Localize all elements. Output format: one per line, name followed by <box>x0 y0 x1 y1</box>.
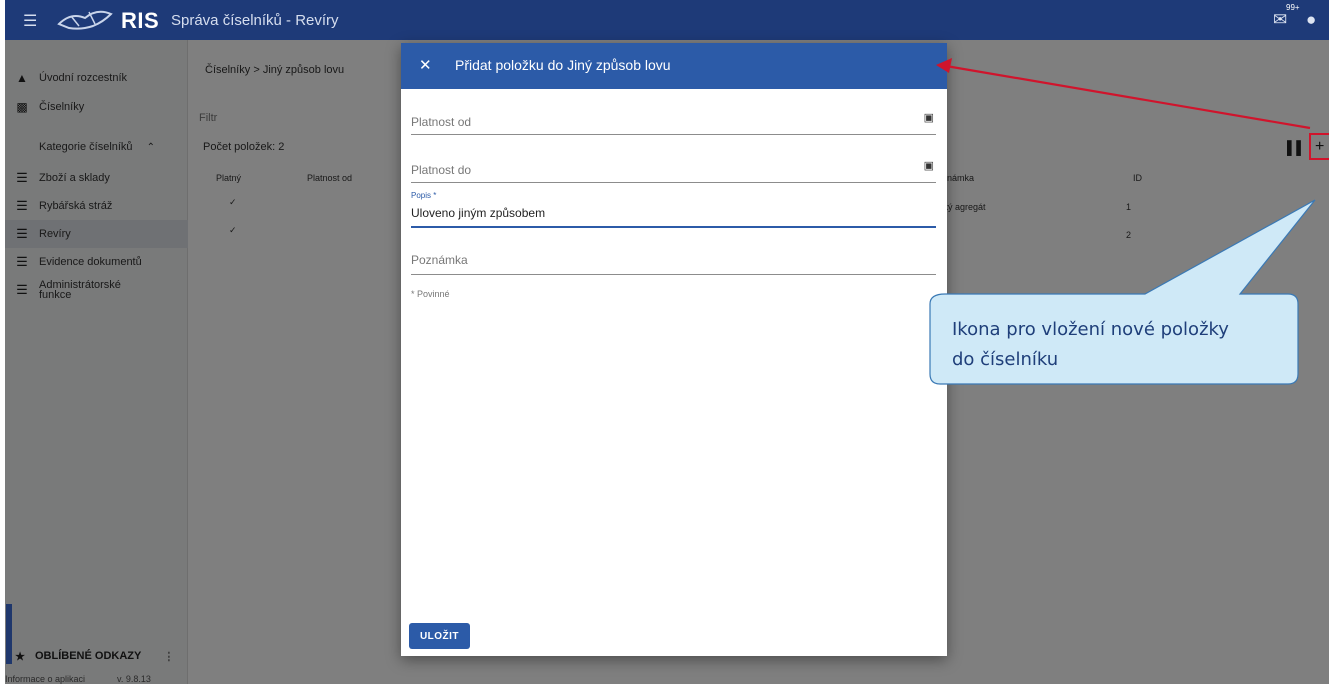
logo-text: RIS <box>121 8 160 33</box>
top-bar: ☰ RIS Správa číselníků - Revíry 99+ ✉ ● <box>5 0 1329 40</box>
save-button[interactable]: ULOŽIT <box>409 623 470 649</box>
dialog-title: Přidat položku do Jiný způsob lovu <box>455 57 671 73</box>
callout-line-1: Ikona pro vložení nové položky <box>952 319 1229 340</box>
valid-from-field[interactable]: Platnost od ▣ <box>411 109 936 135</box>
description-field[interactable]: Popis * Uloveno jiným způsobem <box>411 190 936 228</box>
dialog-header: ✕ Přidat položku do Jiný způsob lovu <box>401 43 947 89</box>
description-label: Popis * <box>411 191 437 200</box>
calendar-icon[interactable]: ▣ <box>924 159 934 172</box>
messages-badge: 99+ <box>1286 3 1300 12</box>
valid-from-placeholder: Platnost od <box>411 115 472 129</box>
valid-to-field[interactable]: Platnost do ▣ <box>411 157 936 183</box>
callout-text: Ikona pro vložení nové položky do číseln… <box>952 315 1282 375</box>
close-icon[interactable]: ✕ <box>419 56 432 74</box>
add-item-dialog: ✕ Přidat položku do Jiný způsob lovu Pla… <box>401 43 947 656</box>
required-note: * Povinné <box>411 289 450 299</box>
note-placeholder: Poznámka <box>411 253 468 267</box>
calendar-icon[interactable]: ▣ <box>924 111 934 124</box>
user-icon[interactable]: ● <box>1306 10 1316 30</box>
hamburger-icon[interactable]: ☰ <box>23 11 37 31</box>
valid-to-placeholder: Platnost do <box>411 163 472 177</box>
app-title: Správa číselníků - Revíry <box>171 12 339 29</box>
highlight-box <box>1309 133 1329 160</box>
messages-icon[interactable]: ✉ <box>1273 10 1287 30</box>
description-value: Uloveno jiným způsobem <box>411 206 546 220</box>
callout-line-2: do číselníku <box>952 349 1059 370</box>
note-field[interactable]: Poznámka <box>411 249 936 275</box>
